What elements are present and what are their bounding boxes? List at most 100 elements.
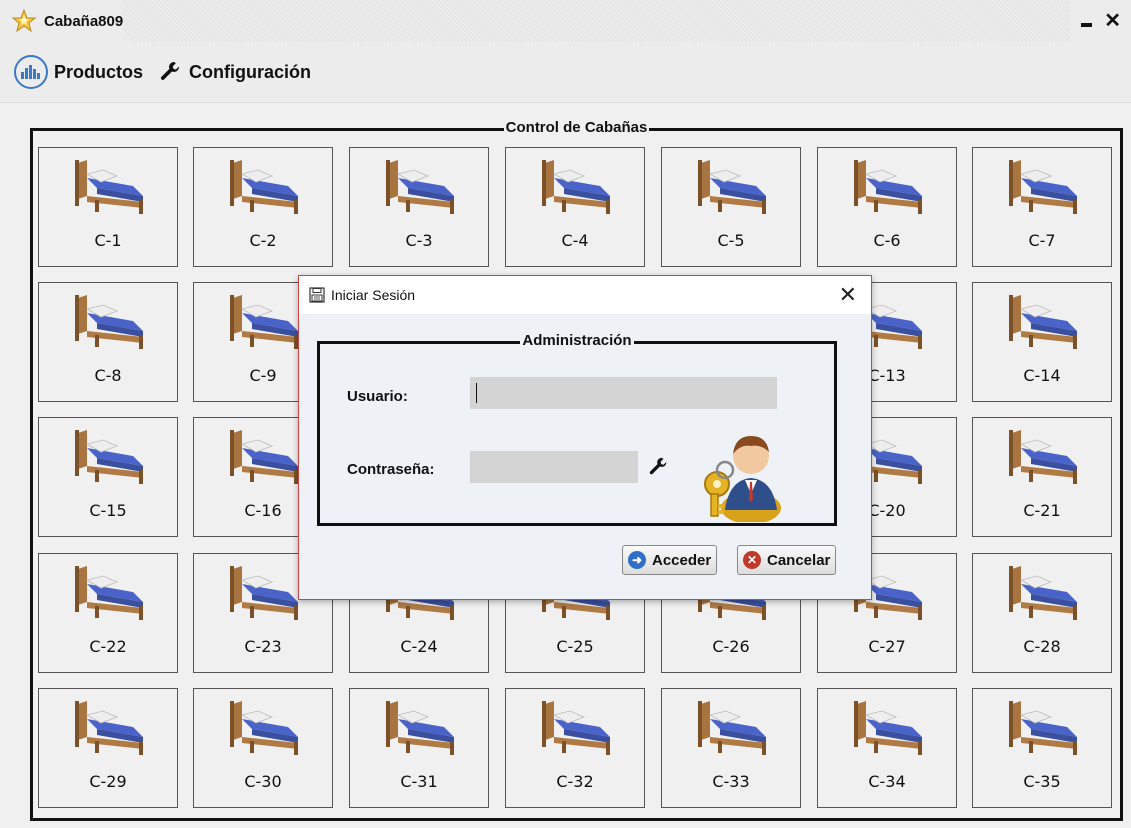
cabin-label: C-8 bbox=[94, 366, 122, 385]
cabin-button[interactable]: C-34 bbox=[817, 688, 957, 808]
cabin-button[interactable]: C-15 bbox=[38, 417, 178, 537]
cabin-label: C-22 bbox=[89, 637, 127, 656]
cabin-button[interactable]: C-7 bbox=[972, 147, 1112, 267]
arrow-right-icon: ➜ bbox=[628, 551, 646, 569]
acceder-label: Acceder bbox=[652, 551, 712, 569]
cabin-button[interactable]: C-3 bbox=[349, 147, 489, 267]
bed-icon bbox=[73, 291, 145, 356]
bed-icon bbox=[1007, 562, 1079, 627]
cabin-button[interactable]: C-1 bbox=[38, 147, 178, 267]
cabin-label: C-1 bbox=[94, 231, 122, 250]
user-key-icon bbox=[704, 436, 781, 522]
bed-icon bbox=[540, 156, 612, 221]
cabin-label: C-28 bbox=[1023, 637, 1061, 656]
cabin-button[interactable]: C-2 bbox=[193, 147, 333, 267]
cabin-button[interactable]: C-14 bbox=[972, 282, 1112, 402]
cabin-button[interactable]: C-6 bbox=[817, 147, 957, 267]
login-dialog: Iniciar Sesión ✕ Administración Usuario:… bbox=[298, 275, 872, 600]
bed-icon bbox=[696, 697, 768, 762]
cancelar-button[interactable]: ✕ Cancelar bbox=[737, 545, 837, 575]
acceder-button[interactable]: ➜ Acceder bbox=[622, 545, 718, 575]
bed-icon bbox=[1007, 426, 1079, 491]
cabin-button[interactable]: C-33 bbox=[661, 688, 801, 808]
wrench-icon bbox=[160, 62, 180, 80]
menu-productos-label: Productos bbox=[54, 61, 144, 82]
cabin-label: C-7 bbox=[1028, 231, 1056, 250]
window-titlebar: Cabaña809 ✕ bbox=[0, 0, 1131, 42]
bed-icon bbox=[228, 562, 300, 627]
bed-icon bbox=[73, 697, 145, 762]
cabin-label: C-27 bbox=[868, 637, 906, 656]
cabin-label: C-6 bbox=[873, 231, 901, 250]
cabin-label: C-4 bbox=[561, 231, 589, 250]
dialog-close-icon[interactable]: ✕ bbox=[839, 282, 857, 308]
cabin-label: C-23 bbox=[244, 637, 282, 656]
wrench-icon[interactable] bbox=[648, 456, 670, 478]
menu-configuracion[interactable]: Configuración bbox=[159, 60, 311, 84]
cabin-button[interactable]: C-30 bbox=[193, 688, 333, 808]
bed-icon bbox=[73, 426, 145, 491]
cabin-label: C-31 bbox=[400, 772, 438, 791]
bed-icon bbox=[73, 562, 145, 627]
cabin-button[interactable]: C-21 bbox=[972, 417, 1112, 537]
bed-icon bbox=[228, 156, 300, 221]
dialog-body: Administración Usuario: Contraseña: ➜ Ac… bbox=[299, 314, 871, 599]
username-label: Usuario: bbox=[347, 388, 408, 405]
cabin-label: C-32 bbox=[556, 772, 594, 791]
cabin-button[interactable]: C-35 bbox=[972, 688, 1112, 808]
admin-legend-wrap: Administración bbox=[320, 332, 834, 350]
cancelar-label: Cancelar bbox=[767, 551, 831, 569]
cabin-button[interactable]: C-32 bbox=[505, 688, 645, 808]
cancel-icon: ✕ bbox=[743, 551, 761, 569]
cabin-label: C-24 bbox=[400, 637, 438, 656]
bed-icon bbox=[540, 697, 612, 762]
minimize-icon[interactable] bbox=[1080, 14, 1094, 28]
cabin-label: C-29 bbox=[89, 772, 127, 791]
cabin-button[interactable]: C-29 bbox=[38, 688, 178, 808]
title-area: Cabaña809 bbox=[0, 0, 124, 42]
cabin-label: C-25 bbox=[556, 637, 594, 656]
password-input[interactable] bbox=[470, 451, 638, 483]
cabin-label: C-33 bbox=[712, 772, 750, 791]
cabin-label: C-15 bbox=[89, 501, 127, 520]
password-label: Contraseña: bbox=[347, 461, 435, 478]
cabin-label: C-3 bbox=[405, 231, 433, 250]
bed-icon bbox=[852, 697, 924, 762]
menu-configuracion-label: Configuración bbox=[189, 61, 312, 82]
cabin-label: C-35 bbox=[1023, 772, 1061, 791]
admin-group: Administración Usuario: Contraseña: bbox=[317, 332, 837, 526]
cabin-button[interactable]: C-22 bbox=[38, 553, 178, 673]
cabin-label: C-5 bbox=[717, 231, 745, 250]
window-controls: ✕ bbox=[1070, 0, 1131, 42]
window-title: Cabaña809 bbox=[44, 12, 124, 30]
text-caret bbox=[476, 383, 477, 403]
bed-icon bbox=[228, 697, 300, 762]
cabin-button[interactable]: C-4 bbox=[505, 147, 645, 267]
cabin-label: C-21 bbox=[1023, 501, 1061, 520]
bed-icon bbox=[696, 156, 768, 221]
cabin-button[interactable]: C-5 bbox=[661, 147, 801, 267]
floppy-disk-icon bbox=[309, 287, 325, 303]
username-input[interactable] bbox=[470, 377, 777, 409]
cabin-button[interactable]: C-8 bbox=[38, 282, 178, 402]
panel-title-wrap: Control de Cabañas bbox=[33, 119, 1120, 137]
bed-icon bbox=[73, 156, 145, 221]
cabin-label: C-2 bbox=[249, 231, 277, 250]
bed-icon bbox=[228, 426, 300, 491]
close-window-icon[interactable]: ✕ bbox=[1104, 11, 1121, 31]
bed-icon bbox=[384, 156, 456, 221]
panel-title: Control de Cabañas bbox=[503, 119, 650, 136]
menu-productos[interactable]: Productos bbox=[14, 55, 143, 89]
cabin-button[interactable]: C-31 bbox=[349, 688, 489, 808]
cabin-button[interactable]: C-28 bbox=[972, 553, 1112, 673]
dialog-titlebar: Iniciar Sesión ✕ bbox=[299, 276, 871, 314]
cabin-label: C-34 bbox=[868, 772, 906, 791]
cabin-label: C-30 bbox=[244, 772, 282, 791]
bed-icon bbox=[228, 291, 300, 356]
bed-icon bbox=[852, 156, 924, 221]
cabin-label: C-26 bbox=[712, 637, 750, 656]
menu-bar: Productos Configuración bbox=[0, 42, 1131, 103]
bed-icon bbox=[1007, 156, 1079, 221]
dialog-title: Iniciar Sesión bbox=[331, 287, 416, 303]
bed-icon bbox=[1007, 291, 1079, 356]
